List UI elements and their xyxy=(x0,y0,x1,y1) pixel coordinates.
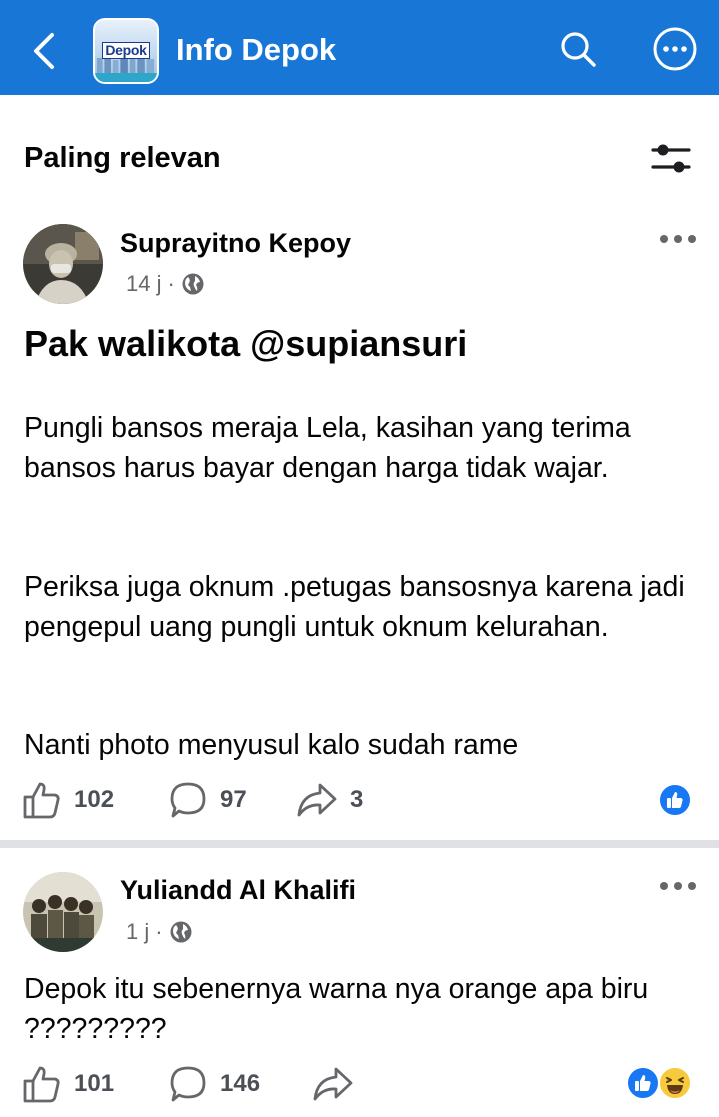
more-options-button[interactable] xyxy=(650,24,700,74)
post-paragraph: Pungli bansos meraja Lela, kasihan yang … xyxy=(24,412,631,484)
post-author[interactable]: Suprayitno Kepoy xyxy=(120,226,351,260)
comment-icon xyxy=(170,1066,206,1102)
search-button[interactable] xyxy=(553,24,603,74)
like-count: 102 xyxy=(74,786,115,813)
like-count: 101 xyxy=(74,1070,115,1097)
ellipsis-icon xyxy=(660,235,696,243)
comment-count: 97 xyxy=(220,786,247,813)
thumbs-up-icon xyxy=(23,1066,60,1103)
avatar-photo xyxy=(23,224,103,304)
avatar[interactable] xyxy=(23,224,103,304)
post-divider xyxy=(0,840,719,848)
thumbs-up-icon xyxy=(23,782,60,819)
sort-label[interactable]: Paling relevan xyxy=(24,139,221,177)
post-meta: 1 j · xyxy=(126,918,193,946)
haha-face-icon xyxy=(666,1077,684,1094)
post-author[interactable]: Yuliandd Al Khalifi xyxy=(120,873,356,907)
ellipsis-icon xyxy=(660,882,696,890)
search-icon xyxy=(561,32,596,67)
group-logo[interactable]: Depok xyxy=(93,18,159,84)
post-menu-button[interactable] xyxy=(650,224,706,254)
avatar[interactable] xyxy=(23,872,103,952)
like-reaction-badge[interactable] xyxy=(658,783,692,817)
share-arrow-icon xyxy=(313,1067,353,1101)
comment-count: 146 xyxy=(220,1070,261,1097)
globe-icon xyxy=(182,273,204,295)
share-arrow-icon xyxy=(297,783,337,817)
post-paragraph: Nanti photo menyusul kalo sudah rame xyxy=(24,729,519,761)
share-count: 3 xyxy=(350,786,364,813)
group-name[interactable]: Info Depok xyxy=(176,30,336,70)
comment-icon xyxy=(170,782,206,818)
like-button[interactable]: 102 xyxy=(22,778,114,822)
post-meta: 14 j · xyxy=(126,270,205,298)
comment-button[interactable]: 146 xyxy=(168,1062,260,1106)
thumbs-up-icon xyxy=(667,792,683,808)
post-paragraph: Depok itu sebenernya warna nya orange ap… xyxy=(24,973,649,1045)
globe-icon xyxy=(170,921,192,943)
avatar-photo xyxy=(23,872,103,952)
post-title: Pak walikota @supiansuri xyxy=(24,323,468,364)
thumbs-up-icon xyxy=(635,1075,651,1091)
share-button[interactable] xyxy=(312,1062,354,1106)
post-time[interactable]: 1 j xyxy=(126,918,149,946)
haha-reaction-badge[interactable] xyxy=(658,1066,692,1100)
meta-separator: · xyxy=(167,271,175,296)
back-button[interactable] xyxy=(24,27,64,75)
post-menu-button[interactable] xyxy=(650,871,706,901)
comment-button[interactable]: 97 xyxy=(168,778,247,822)
meta-separator: · xyxy=(155,919,163,944)
sliders-icon xyxy=(651,144,691,173)
post-time[interactable]: 14 j xyxy=(126,270,161,298)
post-paragraph: Periksa juga oknum .petugas bansosnya ka… xyxy=(24,571,685,643)
more-circle-icon xyxy=(653,27,697,71)
arrow-left-icon xyxy=(34,33,54,69)
like-button[interactable]: 101 xyxy=(22,1062,114,1106)
share-button[interactable]: 3 xyxy=(296,778,363,822)
filter-button[interactable] xyxy=(646,134,696,184)
group-logo-text: Depok xyxy=(95,42,157,59)
app-bar: Depok Info Depok xyxy=(0,0,719,95)
like-reaction-badge[interactable] xyxy=(626,1066,660,1100)
